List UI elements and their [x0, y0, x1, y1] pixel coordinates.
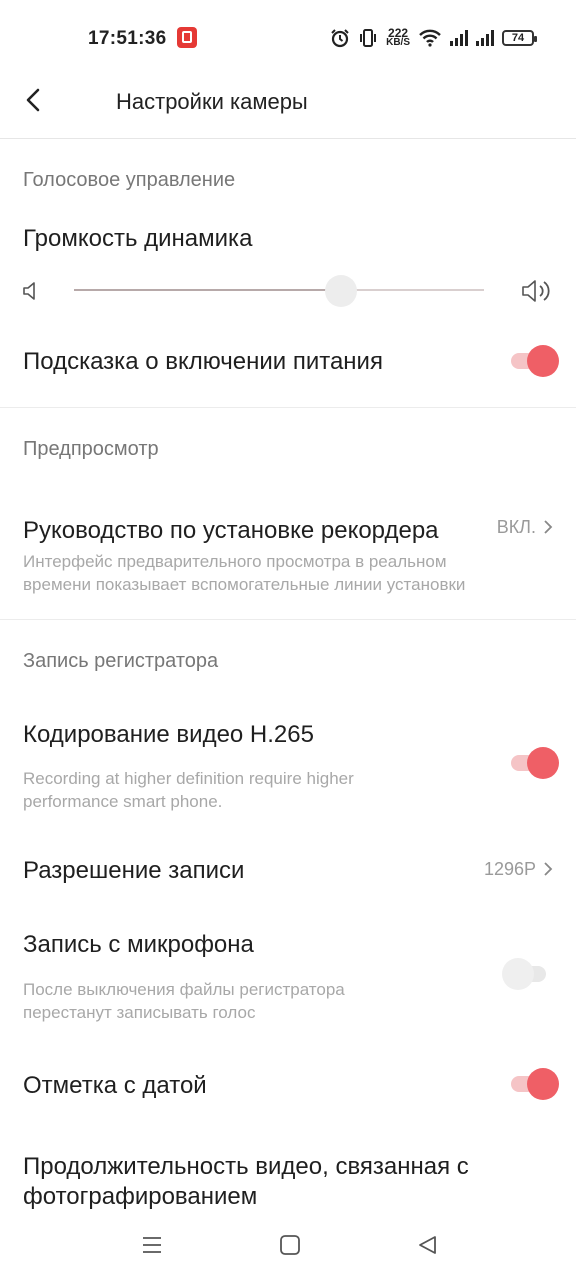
power-hint-label: Подсказка о включении питания	[23, 348, 383, 375]
volume-slider[interactable]	[74, 289, 484, 291]
h265-desc-line2: performance smart phone.	[23, 792, 223, 811]
menu-icon[interactable]	[141, 1234, 163, 1261]
wifi-icon	[418, 29, 442, 47]
toggle-knob	[527, 1068, 559, 1100]
install-guide-value[interactable]: ВКЛ.	[497, 517, 536, 538]
status-bar: 17:51:36 222 KB/S 74	[0, 0, 576, 76]
divider	[0, 407, 576, 408]
section-title-preview: Предпросмотр	[23, 438, 159, 460]
section-title-voice: Голосовое управление	[23, 169, 236, 191]
signal-icon-1	[450, 30, 468, 46]
chevron-right-icon[interactable]	[542, 520, 554, 534]
app-header: Настройки камеры	[0, 76, 576, 139]
back-arrow-icon[interactable]	[20, 86, 50, 116]
chevron-right-icon[interactable]	[542, 862, 554, 876]
vibrate-icon	[358, 28, 378, 48]
volume-high-icon	[521, 277, 555, 310]
signal-icon-2	[476, 30, 494, 46]
duration-label-line1[interactable]: Продолжительность видео, связанная с	[23, 1153, 469, 1181]
toggle-knob	[527, 747, 559, 779]
back-triangle-icon[interactable]	[416, 1234, 438, 1261]
network-speed: 222 KB/S	[386, 26, 410, 48]
h265-toggle[interactable]	[509, 746, 559, 780]
toggle-knob	[527, 345, 559, 377]
volume-label: Громкость динамика	[23, 225, 253, 252]
status-time: 17:51:36	[88, 28, 167, 49]
home-icon[interactable]	[279, 1234, 301, 1261]
date-stamp-label: Отметка с датой	[23, 1072, 207, 1099]
mic-desc-line1: После выключения файлы регистратора	[23, 980, 345, 999]
h265-label: Кодирование видео H.265	[23, 721, 314, 748]
install-guide-desc-line1: Интерфейс предварительного просмотра в р…	[23, 552, 447, 571]
mic-desc-line2: перестанут записывать голос	[23, 1003, 256, 1022]
resolution-value[interactable]: 1296P	[484, 859, 536, 880]
install-guide-label[interactable]: Руководство по установке рекордера	[23, 517, 439, 545]
volume-slider-fill	[74, 289, 341, 291]
duration-label-line2[interactable]: фотографированием	[23, 1183, 257, 1211]
volume-slider-handle[interactable]	[324, 275, 357, 307]
divider	[0, 619, 576, 620]
status-icons: 222 KB/S 74	[330, 25, 537, 51]
system-nav-bar	[0, 1216, 576, 1280]
section-title-recording: Запись регистратора	[23, 650, 219, 672]
resolution-label[interactable]: Разрешение записи	[23, 857, 244, 885]
date-stamp-toggle[interactable]	[509, 1067, 559, 1101]
install-guide-desc-line2: времени показывает вспомогательные линии…	[23, 575, 466, 594]
mic-label: Запись с микрофона	[23, 931, 254, 958]
h265-desc-line1: Recording at higher definition require h…	[23, 769, 354, 788]
volume-low-icon	[22, 280, 38, 307]
toggle-knob	[502, 958, 534, 990]
alarm-icon	[330, 28, 350, 48]
app-notification-icon	[177, 27, 197, 48]
battery-icon: 74	[502, 30, 537, 46]
mic-toggle[interactable]	[502, 957, 552, 991]
power-hint-toggle[interactable]	[509, 344, 559, 378]
page-title: Настройки камеры	[116, 89, 308, 114]
